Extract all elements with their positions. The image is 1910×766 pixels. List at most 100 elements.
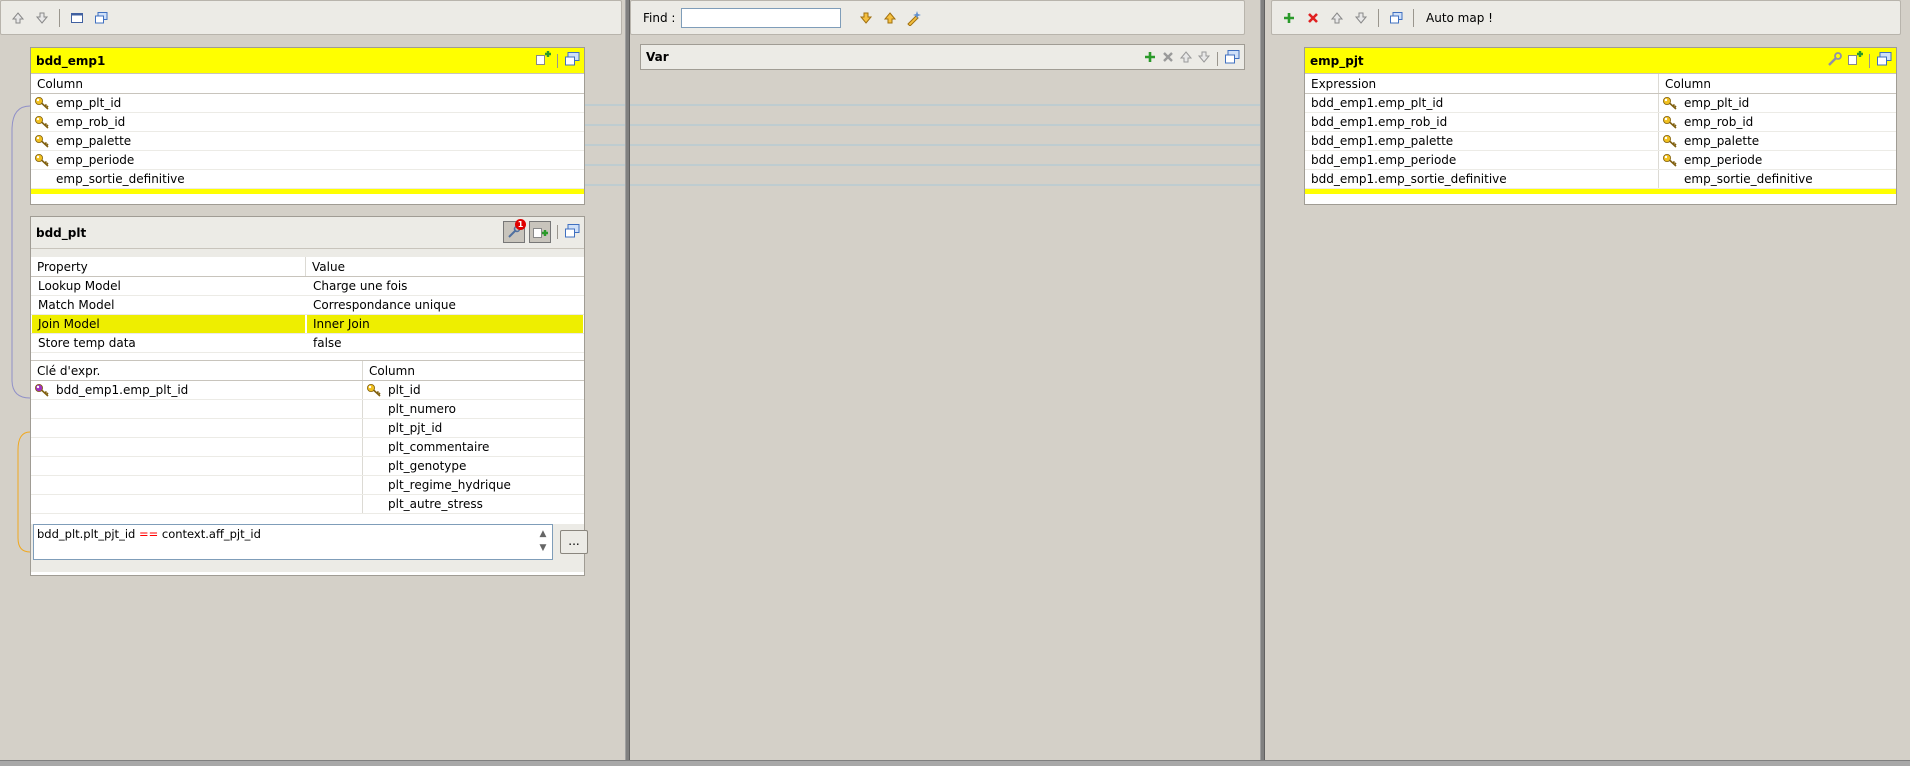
table-row[interactable]: bdd_emp1.emp_sortie_definitive emp_sortie… bbox=[1305, 170, 1896, 189]
table-row[interactable]: plt_numero bbox=[31, 400, 584, 419]
table-header: Expression Column bbox=[1305, 74, 1896, 94]
move-up-icon[interactable] bbox=[1328, 9, 1346, 27]
emp-pjt-title-bar: emp_pjt bbox=[1305, 48, 1896, 74]
title-separator bbox=[557, 225, 558, 239]
move-down-icon[interactable] bbox=[1352, 9, 1370, 27]
expr-key-cell[interactable] bbox=[53, 419, 363, 437]
minimize-icon[interactable] bbox=[1876, 51, 1892, 70]
table-row[interactable]: plt_genotype bbox=[31, 457, 584, 476]
table-row[interactable]: emp_rob_id bbox=[31, 113, 584, 132]
property-row[interactable]: Join Model Inner Join bbox=[31, 315, 584, 334]
wrench-icon[interactable] bbox=[1827, 51, 1843, 70]
table-row[interactable]: plt_commentaire bbox=[31, 438, 584, 457]
table-row[interactable]: bdd_emp1.emp_palette emp_palette bbox=[1305, 132, 1896, 151]
table-row[interactable]: emp_plt_id bbox=[31, 94, 584, 113]
remove-output-icon[interactable] bbox=[1304, 9, 1322, 27]
auto-map-button[interactable]: Auto map ! bbox=[1426, 11, 1493, 25]
table-row[interactable]: emp_sortie_definitive bbox=[31, 170, 584, 189]
no-key bbox=[363, 419, 385, 437]
property-value[interactable]: false bbox=[307, 334, 583, 352]
table-row[interactable]: plt_regime_hydrique bbox=[31, 476, 584, 495]
property-icon[interactable] bbox=[92, 9, 110, 27]
empty-key bbox=[31, 400, 53, 418]
filter-scrollbar[interactable]: ▲ ▼ bbox=[536, 527, 550, 557]
column-name: plt_commentaire bbox=[388, 440, 490, 454]
add-var-icon[interactable] bbox=[1143, 50, 1157, 67]
expr-key-cell[interactable] bbox=[53, 438, 363, 456]
minimize-icon[interactable] bbox=[1224, 49, 1240, 68]
key-icon bbox=[1659, 151, 1681, 169]
key-icon bbox=[363, 381, 385, 399]
link-lines bbox=[630, 104, 1260, 186]
find-previous-icon[interactable] bbox=[881, 9, 899, 27]
property-value[interactable]: Inner Join bbox=[307, 315, 583, 333]
move-down-icon[interactable] bbox=[33, 9, 51, 27]
table-row[interactable]: plt_pjt_id bbox=[31, 419, 584, 438]
expr-key-cell[interactable] bbox=[53, 400, 363, 418]
filter-area: bdd_plt.plt_pjt_id == context.aff_pjt_id… bbox=[31, 524, 588, 572]
emp-pjt-rows: bdd_emp1.emp_plt_id emp_plt_id bdd_emp1.em… bbox=[1305, 94, 1896, 189]
add-icon[interactable] bbox=[1847, 51, 1863, 70]
highlight-icon[interactable] bbox=[905, 9, 923, 27]
filter-left: bdd_plt.plt_pjt_id bbox=[37, 527, 139, 541]
title-separator bbox=[557, 53, 558, 68]
edit-join-button[interactable]: 1 bbox=[503, 219, 526, 243]
property-name: Join Model bbox=[32, 315, 305, 333]
key-icon bbox=[31, 132, 53, 150]
expression-cell[interactable]: bdd_emp1.emp_palette bbox=[1305, 132, 1659, 150]
minimize-icon[interactable] bbox=[564, 223, 580, 242]
property-name: Lookup Model bbox=[38, 279, 121, 293]
find-next-icon[interactable] bbox=[857, 9, 875, 27]
property-value[interactable]: Charge une fois bbox=[307, 277, 583, 295]
move-up-icon[interactable] bbox=[9, 9, 27, 27]
expression-header: Expression bbox=[1305, 74, 1659, 93]
title-separator bbox=[1869, 53, 1870, 68]
no-key bbox=[363, 438, 385, 456]
minimize-icon[interactable] bbox=[564, 51, 580, 70]
property-row[interactable]: Store temp data false bbox=[31, 334, 584, 353]
property-row[interactable]: Match Model Correspondance unique bbox=[31, 296, 584, 315]
move-down-icon[interactable] bbox=[1197, 50, 1211, 67]
table-row[interactable]: bdd_emp1.emp_plt_id plt_id bbox=[31, 381, 584, 400]
table-row[interactable]: bdd_emp1.emp_plt_id emp_plt_id bbox=[1305, 94, 1896, 113]
table-row[interactable]: emp_periode bbox=[31, 151, 584, 170]
table-row[interactable]: emp_palette bbox=[31, 132, 584, 151]
expression-cell[interactable]: bdd_emp1.emp_periode bbox=[1305, 151, 1659, 169]
expr-key-cell[interactable] bbox=[53, 495, 363, 513]
filter-expression-input[interactable]: bdd_plt.plt_pjt_id == context.aff_pjt_id… bbox=[33, 524, 553, 560]
column-name: emp_sortie_definitive bbox=[1684, 172, 1813, 186]
add-icon[interactable] bbox=[535, 51, 551, 70]
column-name: plt_genotype bbox=[388, 459, 467, 473]
bdd-emp1-title-bar: bdd_emp1 bbox=[31, 48, 584, 74]
expr-key-cell[interactable]: bdd_emp1.emp_plt_id bbox=[53, 381, 363, 399]
filter-edit-button[interactable]: ... bbox=[560, 530, 588, 554]
empty-key bbox=[31, 495, 53, 513]
remove-var-icon[interactable] bbox=[1161, 50, 1175, 67]
status-bar bbox=[0, 760, 1910, 766]
expr-key-cell[interactable] bbox=[53, 457, 363, 475]
column-name: emp_periode bbox=[56, 153, 135, 167]
expression-cell[interactable]: bdd_emp1.emp_plt_id bbox=[1305, 94, 1659, 112]
expr-key-cell[interactable] bbox=[53, 476, 363, 494]
no-key bbox=[363, 400, 385, 418]
input-toolbar bbox=[0, 0, 622, 35]
minimize-icon[interactable] bbox=[68, 9, 86, 27]
expr-key-header: Clé d'expr. bbox=[31, 361, 363, 380]
property-icon[interactable] bbox=[1387, 9, 1405, 27]
column-name: emp_rob_id bbox=[1684, 115, 1754, 129]
emp-pjt-table: emp_pjt Expression Column bdd_emp1.emp_p… bbox=[1304, 47, 1897, 205]
property-row[interactable]: Lookup Model Charge une fois bbox=[31, 277, 584, 296]
expression-cell[interactable]: bdd_emp1.emp_sortie_definitive bbox=[1305, 170, 1659, 188]
output-pane: Auto map ! emp_pjt Expression Column bdd… bbox=[1265, 0, 1910, 760]
table-row[interactable]: plt_autre_stress bbox=[31, 495, 584, 514]
input-pane: bdd_emp1 Column emp_plt_id emp_rob_id emp_… bbox=[0, 0, 625, 760]
add-expr-button[interactable] bbox=[529, 221, 551, 243]
table-row[interactable]: bdd_emp1.emp_periode emp_periode bbox=[1305, 151, 1896, 170]
table-row[interactable]: bdd_emp1.emp_rob_id emp_rob_id bbox=[1305, 113, 1896, 132]
no-key bbox=[363, 457, 385, 475]
property-value[interactable]: Correspondance unique bbox=[307, 296, 583, 314]
find-input[interactable] bbox=[681, 7, 842, 28]
expression-cell[interactable]: bdd_emp1.emp_rob_id bbox=[1305, 113, 1659, 131]
move-up-icon[interactable] bbox=[1179, 50, 1193, 67]
add-output-icon[interactable] bbox=[1280, 9, 1298, 27]
